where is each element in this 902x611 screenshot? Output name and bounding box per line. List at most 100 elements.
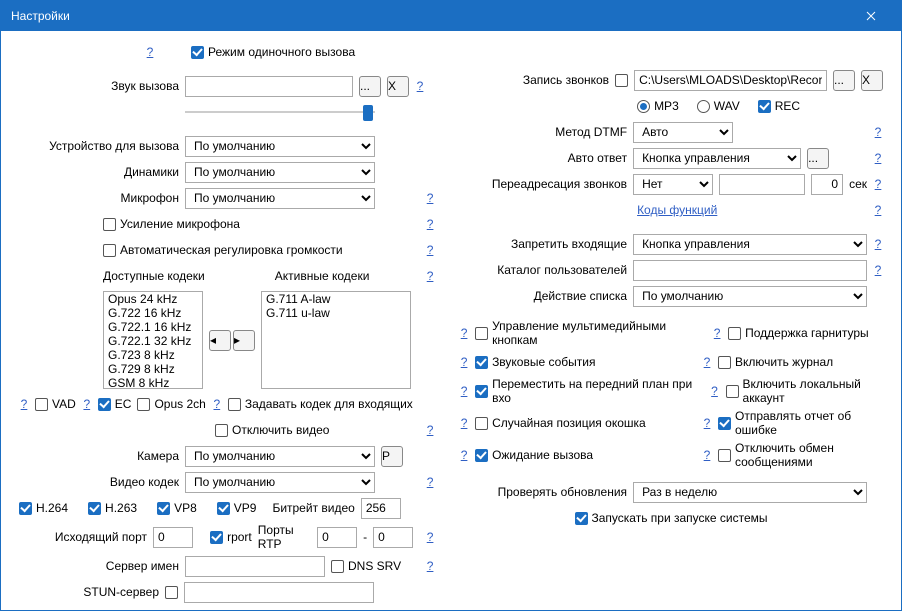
sound-events-checkbox[interactable]: Звуковые события [475, 355, 595, 369]
list-item[interactable]: Opus 24 kHz [104, 292, 202, 306]
help-icon[interactable]: ? [425, 191, 435, 205]
help-icon[interactable]: ? [425, 559, 435, 573]
list-item[interactable]: G.723 8 kHz [104, 348, 202, 362]
rport-checkbox[interactable]: rport [210, 530, 252, 544]
list-item[interactable]: G.722 16 kHz [104, 306, 202, 320]
help-icon[interactable]: ? [425, 530, 435, 544]
autostart-checkbox[interactable]: Запускать при запуске системы [575, 511, 768, 525]
dtmf-select[interactable]: Авто [633, 122, 733, 143]
ring-sound-browse-button[interactable]: ... [359, 76, 381, 97]
help-icon[interactable]: ? [702, 416, 712, 430]
ring-sound-clear-button[interactable]: X [387, 76, 409, 97]
stun-input[interactable] [184, 582, 374, 603]
h264-checkbox[interactable]: H.264 [19, 501, 68, 515]
call-waiting-checkbox[interactable]: Ожидание вызова [475, 448, 593, 462]
help-icon[interactable]: ? [459, 326, 469, 340]
vp9-checkbox[interactable]: VP9 [217, 501, 257, 515]
disable-msg-checkbox[interactable]: Отключить обмен сообщениями [718, 441, 883, 469]
vad-checkbox[interactable]: VAD [35, 397, 76, 411]
feature-codes-link[interactable]: Коды функций [637, 203, 717, 217]
call-device-select[interactable]: По умолчанию [185, 136, 375, 157]
vp8-checkbox[interactable]: VP8 [157, 501, 197, 515]
list-item[interactable]: GSM 8 kHz [104, 376, 202, 389]
format-wav-radio[interactable]: WAV [697, 99, 740, 113]
check-updates-select[interactable]: Раз в неделю [633, 482, 867, 503]
speaker-select[interactable]: По умолчанию [185, 162, 375, 183]
help-icon[interactable]: ? [425, 475, 435, 489]
help-icon[interactable]: ? [712, 326, 722, 340]
rec-clear-button[interactable]: X [861, 70, 883, 91]
camera-preview-button[interactable]: P [381, 446, 403, 467]
help-icon[interactable]: ? [459, 416, 469, 430]
video-codec-select[interactable]: По умолчанию [185, 472, 375, 493]
force-codec-checkbox[interactable]: Задавать кодек для входящих [228, 397, 413, 411]
rtp-from-input[interactable] [317, 527, 357, 548]
help-icon[interactable]: ? [873, 125, 883, 139]
active-codecs-list[interactable]: G.711 A-law G.711 u-law [261, 291, 411, 389]
enable-log-checkbox[interactable]: Включить журнал [718, 355, 883, 369]
help-icon[interactable]: ? [702, 448, 712, 462]
help-icon[interactable]: ? [873, 151, 883, 165]
h263-checkbox[interactable]: H.263 [88, 501, 137, 515]
help-icon[interactable]: ? [873, 263, 883, 277]
help-icon[interactable]: ? [425, 243, 435, 257]
outgoing-port-input[interactable] [153, 527, 193, 548]
help-icon[interactable]: ? [425, 269, 435, 283]
help-icon[interactable]: ? [459, 384, 469, 398]
help-icon[interactable]: ? [19, 397, 29, 411]
rec-enable-checkbox[interactable] [615, 74, 628, 87]
move-right-button[interactable]: ▸ [233, 330, 255, 351]
ring-sound-input[interactable] [185, 76, 353, 97]
help-icon[interactable]: ? [702, 355, 712, 369]
help-icon[interactable]: ? [425, 423, 435, 437]
available-codecs-list[interactable]: Opus 24 kHz G.722 16 kHz G.722.1 16 kHz … [103, 291, 203, 389]
media-keys-checkbox[interactable]: Управление мультимедийными кнопкам [475, 319, 700, 347]
list-item[interactable]: G.722.1 32 kHz [104, 334, 202, 348]
list-item[interactable]: G.711 A-law [262, 292, 410, 306]
crash-report-checkbox[interactable]: Отправлять отчет об ошибке [718, 409, 883, 437]
ec-checkbox[interactable]: EC [98, 397, 132, 411]
help-icon[interactable]: ? [212, 397, 222, 411]
rec-browse-button[interactable]: ... [833, 70, 855, 91]
autoanswer-more-button[interactable]: ... [807, 148, 829, 169]
single-call-mode-checkbox[interactable]: Режим одиночного вызова [191, 45, 355, 59]
list-item[interactable]: G.711 u-law [262, 306, 410, 320]
dns-srv-checkbox[interactable]: DNS SRV [331, 559, 401, 573]
help-icon[interactable]: ? [873, 237, 883, 251]
stun-enable-checkbox[interactable] [165, 586, 178, 599]
bring-front-checkbox[interactable]: Переместить на передний план при вхо [475, 377, 703, 405]
block-incoming-select[interactable]: Кнопка управления [633, 234, 867, 255]
fwd-sec-input[interactable] [811, 174, 843, 195]
nameserver-input[interactable] [185, 556, 325, 577]
local-account-checkbox[interactable]: Включить локальный аккаунт [726, 377, 883, 405]
help-icon[interactable]: ? [459, 448, 469, 462]
opus2ch-checkbox[interactable]: Opus 2ch [137, 397, 205, 411]
agc-checkbox[interactable]: Автоматическая регулировка громкости [103, 243, 343, 257]
headset-checkbox[interactable]: Поддержка гарнитуры [728, 326, 883, 340]
help-icon[interactable]: ? [873, 177, 883, 191]
close-button[interactable] [851, 1, 891, 31]
fwd-target-input[interactable] [719, 174, 805, 195]
help-icon[interactable]: ? [873, 203, 883, 217]
rtp-to-input[interactable] [373, 527, 413, 548]
list-action-select[interactable]: По умолчанию [633, 286, 867, 307]
fwd-select[interactable]: Нет [633, 174, 713, 195]
help-icon[interactable]: ? [145, 45, 155, 59]
help-icon[interactable]: ? [82, 397, 92, 411]
help-icon[interactable]: ? [425, 217, 435, 231]
help-icon[interactable]: ? [459, 355, 469, 369]
help-icon[interactable]: ? [415, 79, 425, 93]
disable-video-checkbox[interactable]: Отключить видео [215, 423, 329, 437]
ring-volume-slider[interactable] [185, 102, 375, 122]
list-item[interactable]: G.729 8 kHz [104, 362, 202, 376]
bitrate-input[interactable] [361, 498, 401, 519]
rec-path-input[interactable] [634, 70, 827, 91]
user-dir-input[interactable] [633, 260, 867, 281]
mic-boost-checkbox[interactable]: Усиление микрофона [103, 217, 240, 231]
list-item[interactable]: G.722.1 16 kHz [104, 320, 202, 334]
camera-select[interactable]: По умолчанию [185, 446, 375, 467]
random-pos-checkbox[interactable]: Случайная позиция окошка [475, 416, 646, 430]
format-rec-checkbox[interactable]: REC [758, 99, 800, 113]
move-left-button[interactable]: ◂ [209, 330, 231, 351]
autoanswer-select[interactable]: Кнопка управления [633, 148, 801, 169]
